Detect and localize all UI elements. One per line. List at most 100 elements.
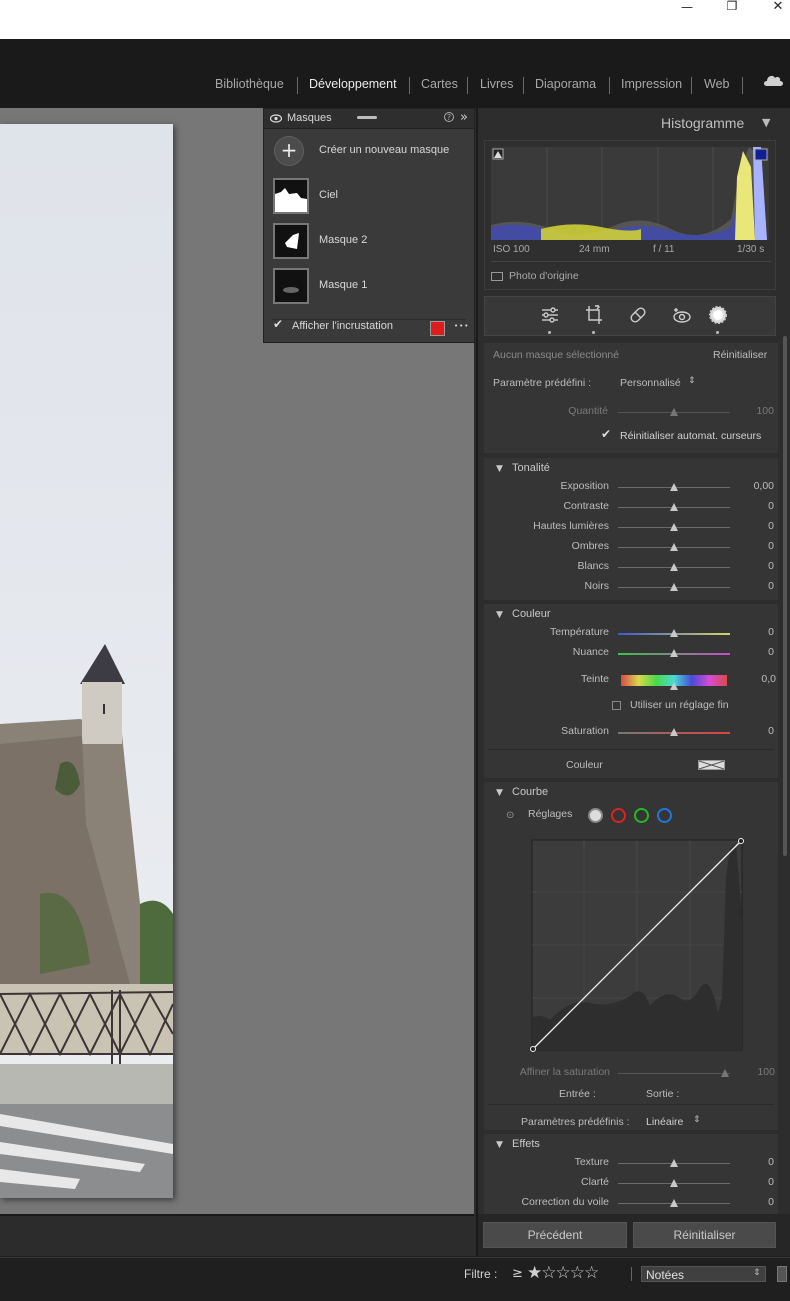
cloud-icon[interactable] — [762, 73, 784, 87]
effects-slider-label: Texture — [574, 1156, 609, 1168]
temperature-value: 0 — [768, 626, 774, 638]
reset-button[interactable]: Réinitialiser — [633, 1222, 776, 1248]
photo-preview[interactable] — [0, 124, 173, 1198]
tool-dot — [548, 331, 551, 334]
redeye-icon[interactable] — [672, 306, 692, 324]
module-print[interactable]: Impression — [621, 77, 682, 91]
filter-toggle[interactable] — [777, 1266, 787, 1282]
refine-saturation-slider[interactable] — [618, 1073, 730, 1074]
filter-select-value: Notées — [646, 1268, 685, 1282]
tone-curve-graph[interactable] — [530, 838, 744, 1052]
tone-slider-knob[interactable] — [670, 523, 678, 531]
collapse-triangle-icon[interactable]: ▼ — [496, 464, 503, 474]
effects-slider-value: 0 — [768, 1176, 774, 1188]
filter-label: Filtre : — [464, 1267, 498, 1281]
collapse-triangle-icon[interactable]: ▼ — [496, 1140, 503, 1150]
tone-slider-knob[interactable] — [670, 503, 678, 511]
crop-icon[interactable] — [585, 305, 603, 325]
tone-slider-label: Ombres — [571, 540, 609, 552]
curve-presets-label: Paramètres prédéfinis : — [521, 1116, 630, 1128]
divider — [488, 749, 774, 750]
minimize-button[interactable]: — — [672, 0, 702, 14]
refine-saturation-knob[interactable] — [721, 1069, 729, 1077]
filter-gte[interactable]: ≥ — [512, 1266, 523, 1281]
color-title[interactable]: Couleur — [512, 608, 551, 620]
drag-handle[interactable] — [357, 116, 377, 119]
module-library[interactable]: Bibliothèque — [215, 77, 284, 91]
eye-icon[interactable] — [270, 114, 282, 123]
preset-select[interactable]: Personnalisé — [620, 377, 681, 389]
divider — [631, 1267, 632, 1281]
collapse-triangle-icon[interactable]: ▼ — [496, 610, 503, 620]
tone-slider-knob[interactable] — [670, 583, 678, 591]
saturation-label: Saturation — [561, 725, 609, 737]
tint-slider-knob[interactable] — [670, 649, 678, 657]
effects-title[interactable]: Effets — [512, 1138, 540, 1150]
curve-presets-select[interactable]: Linéaire — [646, 1116, 683, 1128]
help-icon[interactable]: ? — [444, 112, 454, 122]
auto-reset-checkbox[interactable]: ✔ — [601, 427, 611, 441]
sliders-icon[interactable] — [541, 306, 559, 324]
mask-thumbnail[interactable] — [273, 178, 309, 214]
curve-channel-rgb[interactable] — [588, 808, 603, 823]
aperture-info: f / 11 — [653, 244, 675, 255]
tone-slider-knob[interactable] — [670, 483, 678, 491]
effects-slider-value: 0 — [768, 1156, 774, 1168]
hue-slider-knob[interactable] — [670, 682, 678, 690]
curve-output-label: Sortie : — [646, 1088, 680, 1100]
curve-channel-green[interactable] — [634, 808, 649, 823]
effects-slider-knob[interactable] — [670, 1179, 678, 1187]
curve-channel-red[interactable] — [611, 808, 626, 823]
module-develop[interactable]: Développement — [309, 77, 397, 91]
curve-channel-blue[interactable] — [657, 808, 672, 823]
target-icon[interactable]: ⊙ — [506, 810, 514, 821]
tone-slider-value: 0 — [768, 500, 774, 512]
select-arrows-icon: ⇕ — [688, 376, 696, 386]
reset-mask-button[interactable]: Réinitialiser — [713, 349, 767, 361]
module-map[interactable]: Cartes — [421, 77, 458, 91]
restore-button[interactable]: ❐ — [717, 0, 747, 13]
filter-select[interactable]: Notées ⇕ — [641, 1266, 766, 1282]
mask-item[interactable]: Masque 1 — [319, 279, 367, 291]
mask-item[interactable]: Ciel — [319, 189, 338, 201]
amount-slider-knob[interactable] — [670, 408, 678, 416]
color-swatch[interactable] — [698, 760, 725, 770]
saturation-value: 0 — [768, 725, 774, 737]
fine-adjust-checkbox[interactable] — [612, 701, 621, 710]
create-mask-button[interactable]: Créer un nouveau masque — [319, 144, 449, 156]
module-separator — [467, 77, 468, 94]
panel-scrollbar[interactable] — [783, 336, 787, 856]
healing-icon[interactable] — [629, 306, 647, 324]
mask-icon[interactable] — [708, 305, 728, 325]
tone-slider-knob[interactable] — [670, 563, 678, 571]
previous-button[interactable]: Précédent — [483, 1222, 627, 1248]
mask-thumbnail[interactable] — [273, 268, 309, 304]
original-photo-checkbox[interactable] — [491, 272, 503, 281]
add-mask-icon[interactable]: + — [274, 136, 304, 166]
collapse-triangle-icon[interactable]: ▼ — [496, 788, 503, 798]
histogram-box: ISO 100 24 mm f / 11 1/30 s Photo d'orig… — [484, 140, 776, 290]
star-rating-filter[interactable]: ★☆☆☆☆ — [527, 1263, 599, 1283]
close-button[interactable]: ✕ — [763, 0, 790, 14]
effects-slider-knob[interactable] — [670, 1159, 678, 1167]
more-icon[interactable]: ••• — [454, 322, 469, 330]
collapse-icon[interactable]: » — [460, 110, 468, 125]
hue-value: 0,0 — [761, 673, 776, 685]
tone-slider-knob[interactable] — [670, 543, 678, 551]
temperature-slider-knob[interactable] — [670, 629, 678, 637]
overlay-checkbox[interactable]: ✔ — [273, 317, 283, 331]
effects-slider-knob[interactable] — [670, 1199, 678, 1207]
histogram-title[interactable]: Histogramme — [661, 115, 744, 131]
mask-thumbnail[interactable] — [273, 223, 309, 259]
tone-title[interactable]: Tonalité — [512, 462, 550, 474]
overlay-color-swatch[interactable] — [430, 321, 445, 336]
curve-title[interactable]: Courbe — [512, 786, 548, 798]
saturation-slider-knob[interactable] — [670, 728, 678, 736]
module-web[interactable]: Web — [704, 77, 729, 91]
module-slideshow[interactable]: Diaporama — [535, 77, 596, 91]
filmstrip-bar: Filtre : ≥ ★☆☆☆☆ Notées ⇕ — [0, 1256, 790, 1301]
mask-item[interactable]: Masque 2 — [319, 234, 367, 246]
tool-strip — [484, 296, 776, 336]
panel-collapse-icon[interactable]: ▼ — [762, 116, 770, 129]
module-book[interactable]: Livres — [480, 77, 513, 91]
